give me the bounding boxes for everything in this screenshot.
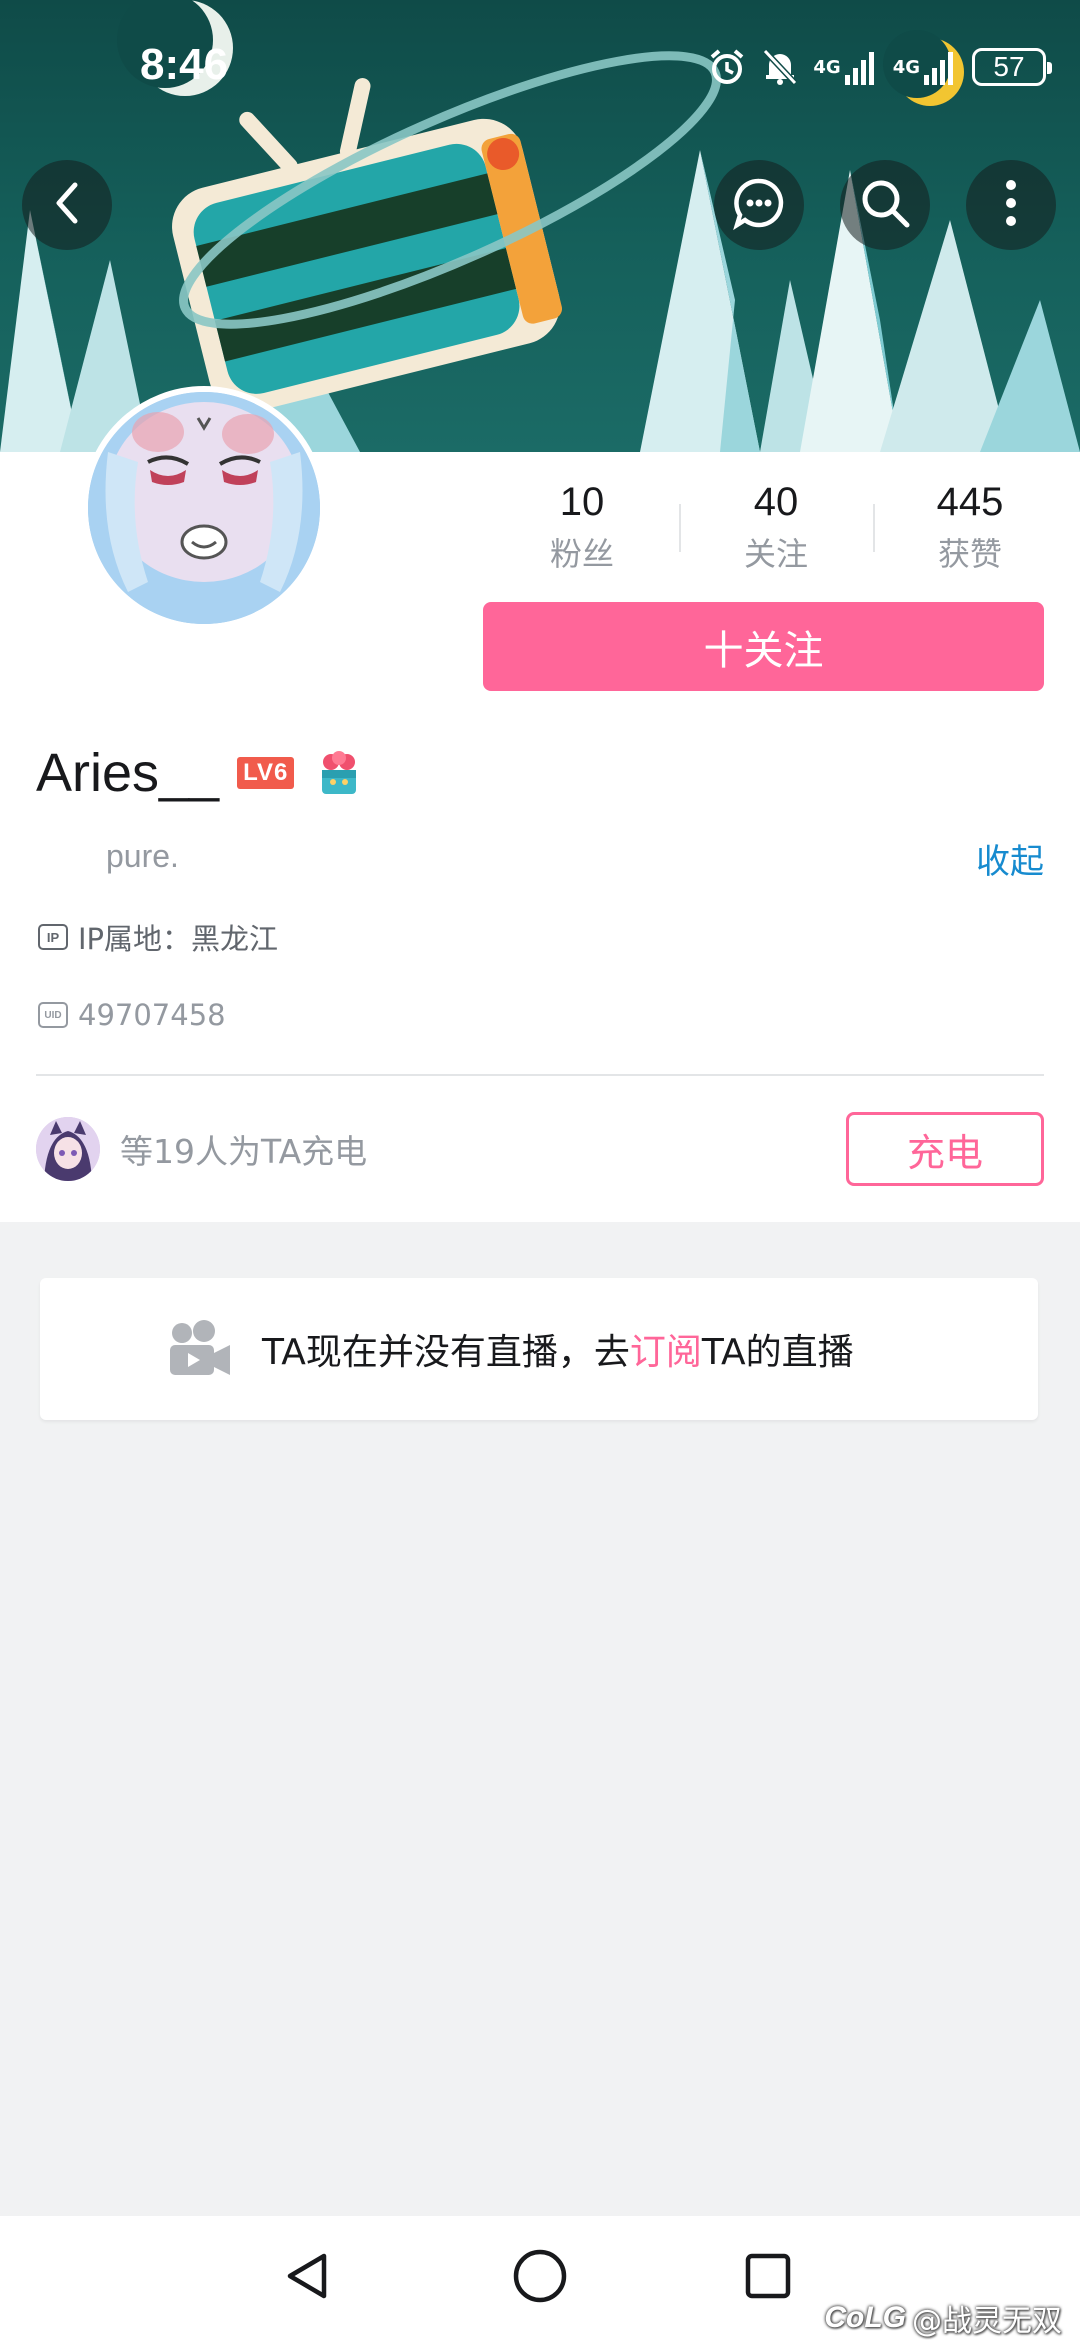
avatar[interactable] xyxy=(82,386,326,630)
square-recents-icon xyxy=(740,2248,796,2308)
charge-count-text[interactable]: 等19人为TA充电 xyxy=(120,1125,367,1173)
chat-bubble-icon xyxy=(731,175,787,235)
stat-label: 粉丝 xyxy=(549,535,614,573)
stat-value: 40 xyxy=(753,480,799,524)
signal-icon-2: 4G xyxy=(893,49,958,85)
search-button[interactable] xyxy=(840,160,930,250)
stats-row: 10 粉丝 40 关注 445 获赞 xyxy=(485,474,1067,584)
triangle-back-icon xyxy=(280,2248,336,2308)
avatar-image xyxy=(88,392,320,624)
charge-button[interactable]: 充电 xyxy=(846,1112,1044,1186)
status-icons: 4G 4G 57 xyxy=(707,44,1052,90)
circle-home-icon xyxy=(511,2247,569,2309)
stat-label: 关注 xyxy=(743,535,808,573)
charger-avatar-image xyxy=(36,1117,100,1181)
more-vertical-icon xyxy=(1001,177,1021,233)
uid-row: UID 49707458 xyxy=(38,998,226,1032)
status-bar: 8:46 4G 4G 57 xyxy=(0,0,1080,130)
live-text-after: TA的直播 xyxy=(701,1332,854,1373)
video-camera-icon xyxy=(166,1319,232,1379)
watermark-text: @战灵无双 xyxy=(912,2304,1062,2339)
collapse-link[interactable]: 收起 xyxy=(976,834,1044,883)
gift-medal-icon[interactable] xyxy=(314,748,364,798)
mute-bell-icon xyxy=(761,47,799,87)
nav-back-button[interactable] xyxy=(272,2242,344,2314)
ip-location-row: IP IP属地：黑龙江 xyxy=(38,916,278,958)
user-signature: pure. xyxy=(106,838,179,874)
ip-tag-icon: IP xyxy=(38,924,68,950)
stat-value: 445 xyxy=(936,480,1004,524)
stat-value: 10 xyxy=(559,480,605,524)
divider xyxy=(36,1074,1044,1076)
uid-value: 49707458 xyxy=(78,998,226,1032)
signal-icon-1: 4G xyxy=(813,49,878,85)
search-icon xyxy=(857,175,913,235)
profile-banner[interactable]: 8:46 4G 4G 57 xyxy=(0,0,1080,452)
stat-label: 获赞 xyxy=(937,535,1002,573)
chevron-left-icon xyxy=(47,179,87,231)
subscribe-link[interactable]: 订阅 xyxy=(630,1323,702,1375)
live-status-text: TA现在并没有直播，去 订阅 TA的直播 xyxy=(262,1323,854,1375)
alarm-icon xyxy=(707,47,747,87)
level-badge[interactable]: LV6 xyxy=(237,757,295,789)
stat-likes[interactable]: 445 获赞 xyxy=(873,474,1067,584)
uid-tag-icon: UID xyxy=(38,1002,68,1028)
battery-level: 57 xyxy=(993,51,1025,82)
username-row: Aries__ LV6 xyxy=(36,738,364,808)
watermark: CoLG @战灵无双 xyxy=(824,2300,1062,2339)
nav-recents-button[interactable] xyxy=(732,2242,804,2314)
back-button[interactable] xyxy=(22,160,112,250)
ip-location: IP属地：黑龙江 xyxy=(78,922,279,956)
stat-following[interactable]: 40 关注 xyxy=(679,474,873,584)
message-button[interactable] xyxy=(714,160,804,250)
charge-row: 等19人为TA充电 充电 xyxy=(36,1110,1044,1188)
follow-button[interactable]: 十关注 xyxy=(483,602,1044,691)
stat-followers[interactable]: 10 粉丝 xyxy=(485,474,679,584)
status-time: 8:46 xyxy=(140,40,229,89)
battery-icon: 57 xyxy=(972,48,1052,86)
watermark-logo: CoLG xyxy=(824,2301,906,2334)
live-text-before: TA现在并没有直播，去 xyxy=(262,1332,630,1373)
more-button[interactable] xyxy=(966,160,1056,250)
nav-home-button[interactable] xyxy=(504,2242,576,2314)
live-status-card: TA现在并没有直播，去 订阅 TA的直播 xyxy=(40,1278,1038,1420)
username: Aries__ xyxy=(36,743,220,803)
charger-avatar[interactable] xyxy=(36,1117,100,1181)
